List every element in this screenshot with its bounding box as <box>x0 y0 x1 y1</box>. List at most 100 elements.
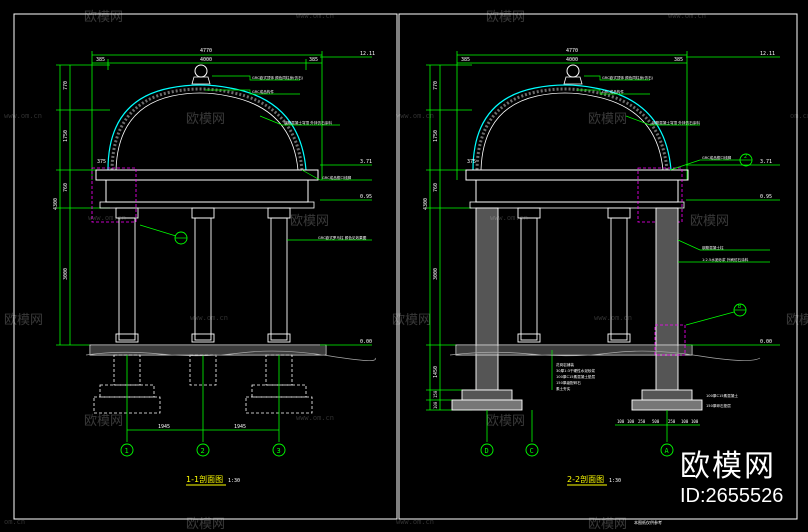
right-cornice <box>465 169 689 181</box>
right-side-dim-1: 770 <box>433 81 439 90</box>
watermark-site-10: www.om.cn <box>396 518 434 526</box>
watermark-brand-9: 欧模网 <box>786 312 808 327</box>
left-side-dim-5: 4300 <box>53 198 59 210</box>
watermark-brand-6: 欧模网 <box>690 213 729 228</box>
left-elevation-marks <box>320 56 372 346</box>
left-grid-label-3: 3 <box>277 447 281 455</box>
left-dome-inner <box>115 92 299 171</box>
watermark-brand-12: 欧模网 <box>186 516 225 531</box>
svg-text:250: 250 <box>638 419 646 424</box>
left-floor-hatch <box>91 346 325 354</box>
right-architrave <box>469 201 685 209</box>
watermark-domain-2: om.cn <box>4 518 25 526</box>
brand-badge: 欧模网 ID:2655526 <box>680 450 804 508</box>
right-top-dimensions <box>456 51 688 180</box>
left-elev-top: 12.11 <box>360 51 375 57</box>
svg-text:250: 250 <box>668 419 676 424</box>
right-floor-hatch <box>457 346 691 354</box>
watermark-site-5: www.om.cn <box>88 214 126 222</box>
left-grid-label-1: 1 <box>125 447 129 455</box>
left-elev-cornice: 3.71 <box>360 159 372 165</box>
right-side-dim-7: 150 <box>433 390 438 398</box>
left-title-scale: 1:30 <box>228 478 240 484</box>
left-elev-frieze: 0.95 <box>360 194 372 200</box>
watermark-site-8: www.om.cn <box>594 314 632 322</box>
watermark-brand-2: 欧模网 <box>486 9 525 24</box>
right-side-dim-2: 1750 <box>433 130 439 142</box>
left-finial-base <box>191 76 211 85</box>
watermark-brand-4: 欧模网 <box>588 111 627 126</box>
right-finial-base <box>563 76 583 85</box>
right-note-6: 1:2.5水泥砂浆 外刷仿石涂料 <box>702 257 749 262</box>
right-cut-columns <box>475 207 679 391</box>
right-side-dim-3: 760 <box>433 183 439 192</box>
right-note-9: 100厚C15素混凝土垫层 <box>556 374 596 379</box>
svg-text:100: 100 <box>617 419 625 424</box>
watermark-domain-1: om.cn <box>790 112 808 120</box>
left-dim-total: 4770 <box>200 48 212 54</box>
watermark-brand-10: 欧模网 <box>84 413 123 428</box>
right-side-dim-4: 3000 <box>433 268 439 280</box>
right-dim-left: 385 <box>461 57 470 63</box>
svg-text:100: 100 <box>681 419 689 424</box>
left-dome-hatch <box>110 87 304 171</box>
right-elev-top: 12.11 <box>760 51 775 57</box>
right-note-7: 花岗岩铺装 <box>556 362 574 367</box>
left-title: 1-1剖面图 <box>186 474 223 484</box>
right-grid-label-d: D <box>485 447 489 455</box>
right-note-8: 30厚1:3干硬性水泥砂浆 <box>556 368 596 373</box>
right-note-5: 钢筋混凝土柱 <box>702 245 724 250</box>
watermark-brand-1: 欧模网 <box>84 9 123 24</box>
left-column-1 <box>118 217 136 341</box>
right-dim-right: 385 <box>674 57 683 63</box>
right-dome-outer <box>472 84 672 171</box>
right-grid-label-a: A <box>665 447 670 455</box>
left-note-3: 钢筋混凝土穹顶 外抹仿石涂料 <box>284 120 332 125</box>
right-finial-ball <box>566 64 580 78</box>
left-finial-ball <box>194 64 208 78</box>
left-note-1: GRC欧式顶饰 颜色同柱身(仿石) <box>252 75 304 80</box>
brand-name: 欧模网 <box>680 450 776 483</box>
svg-text:100: 100 <box>691 419 699 424</box>
left-column-3 <box>270 217 288 341</box>
right-note-2: GRC成品构件 <box>602 89 624 94</box>
svg-text:500: 500 <box>652 419 660 424</box>
svg-text:100: 100 <box>627 419 635 424</box>
right-title-scale: 1:30 <box>609 478 621 484</box>
left-note-2: GRC成品构件 <box>252 89 274 94</box>
right-footings <box>451 389 703 411</box>
left-side-dim-3: 760 <box>63 183 69 192</box>
right-dim-total: 4770 <box>566 48 578 54</box>
watermark-brand-3: 欧模网 <box>186 111 225 126</box>
left-dim-inner: 4000 <box>200 57 212 63</box>
brand-id: ID:2655526 <box>680 485 784 507</box>
left-dim-left: 385 <box>96 57 105 63</box>
right-note-1: GRC欧式顶饰 颜色同柱身(仿石) <box>602 75 654 80</box>
right-side-dim-5: 4300 <box>423 198 429 210</box>
right-note-12: 100厚C15素混凝土 <box>706 393 738 398</box>
watermark-site-9: www.om.cn <box>296 414 334 422</box>
left-side-dim-2: 1750 <box>63 130 69 142</box>
left-grid-label-2: 2 <box>201 447 205 455</box>
right-dome-inner <box>480 92 664 171</box>
left-side-dim-1: 770 <box>63 81 69 90</box>
right-elev-frieze: 0.95 <box>760 194 772 200</box>
right-callout-2-label: 2 <box>744 154 747 160</box>
watermark-site-2: www.om.cn <box>668 12 706 20</box>
watermark-site-6: www.om.cn <box>490 214 528 222</box>
right-note-11: 素土夯实 <box>556 386 571 391</box>
right-dome-hatch <box>475 87 669 171</box>
left-elev-floor: 0.00 <box>360 339 372 345</box>
watermark-brand-13: 欧模网 <box>588 516 627 531</box>
right-note-13: 150厚碎石垫层 <box>706 403 731 408</box>
right-note-4: GRC成品檐口线脚 <box>702 155 732 160</box>
left-note-5: GRC欧式罗马柱 颜色见效果图 <box>318 235 367 240</box>
right-dim-inner: 4000 <box>566 57 578 63</box>
watermark-site-1: www.om.cn <box>296 12 334 20</box>
left-bottom-dim-1: 1945 <box>158 424 170 430</box>
left-side-dimensions <box>56 64 110 346</box>
watermark-brand-11: 欧模网 <box>486 413 525 428</box>
right-note-10: 150厚级配碎石 <box>556 380 581 385</box>
left-leaders <box>205 75 372 241</box>
watermark-brand-5: 欧模网 <box>290 213 329 228</box>
